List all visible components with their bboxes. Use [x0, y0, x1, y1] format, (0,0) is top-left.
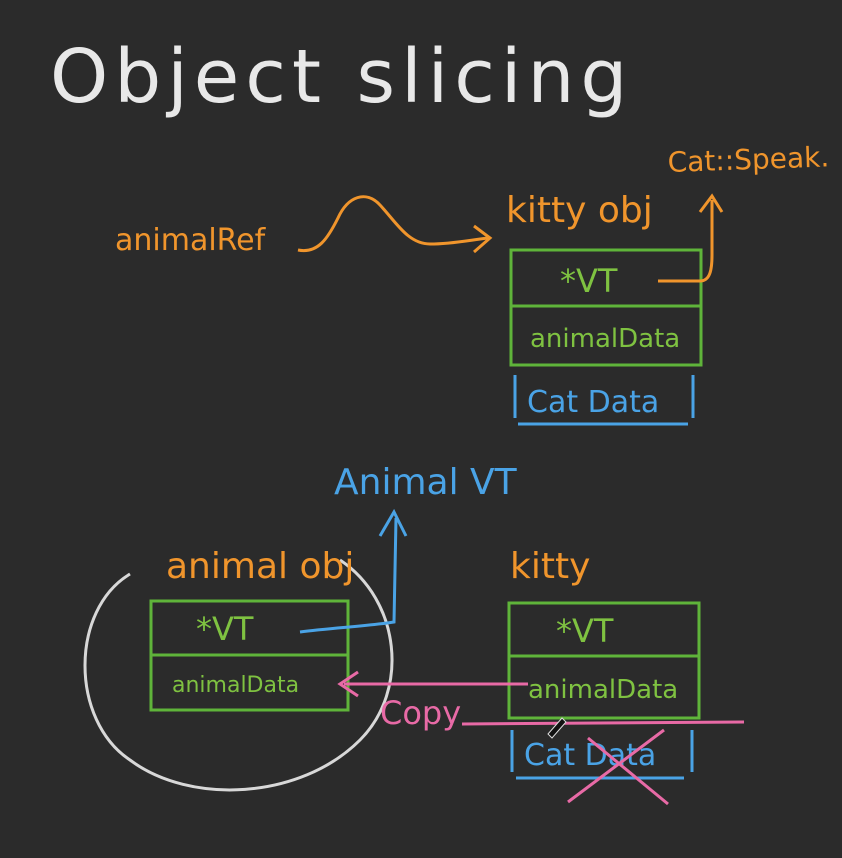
kitty-obj-vt-row: *VT: [560, 262, 618, 300]
cat-speak-label: Cat::Speak.: [667, 140, 830, 179]
animal-vt-label: Animal VT: [334, 462, 518, 503]
animal-obj-animal-data-row: animalData: [172, 673, 299, 698]
pen-cursor-icon: [547, 717, 567, 739]
vtable-arrow-cat: [658, 200, 714, 283]
whiteboard-canvas: Object slicing Cat::Speak. kitty obj ani…: [50, 34, 830, 806]
vtable-arrowhead-animal: [378, 508, 408, 537]
diagram-title: Object slicing: [50, 34, 633, 120]
slice-cut-line: [461, 720, 745, 726]
kitty-obj-label: kitty obj: [506, 190, 653, 231]
reference-arrow: [297, 195, 489, 253]
animal-obj-vt-row: *VT: [196, 610, 254, 648]
kitty-label: kitty: [510, 546, 590, 587]
animal-ref-label: animalRef: [115, 223, 267, 258]
kitty-animal-data-row: animalData: [528, 675, 678, 705]
animal-obj-label: animal obj: [166, 546, 354, 587]
kitty-obj-cat-data-row: Cat Data: [527, 385, 659, 420]
kitty-obj-animal-data-row: animalData: [530, 324, 680, 354]
copy-label: Copy: [380, 694, 461, 732]
kitty-cat-data-row: Cat Data: [524, 738, 656, 773]
kitty-vt-row: *VT: [556, 612, 614, 650]
